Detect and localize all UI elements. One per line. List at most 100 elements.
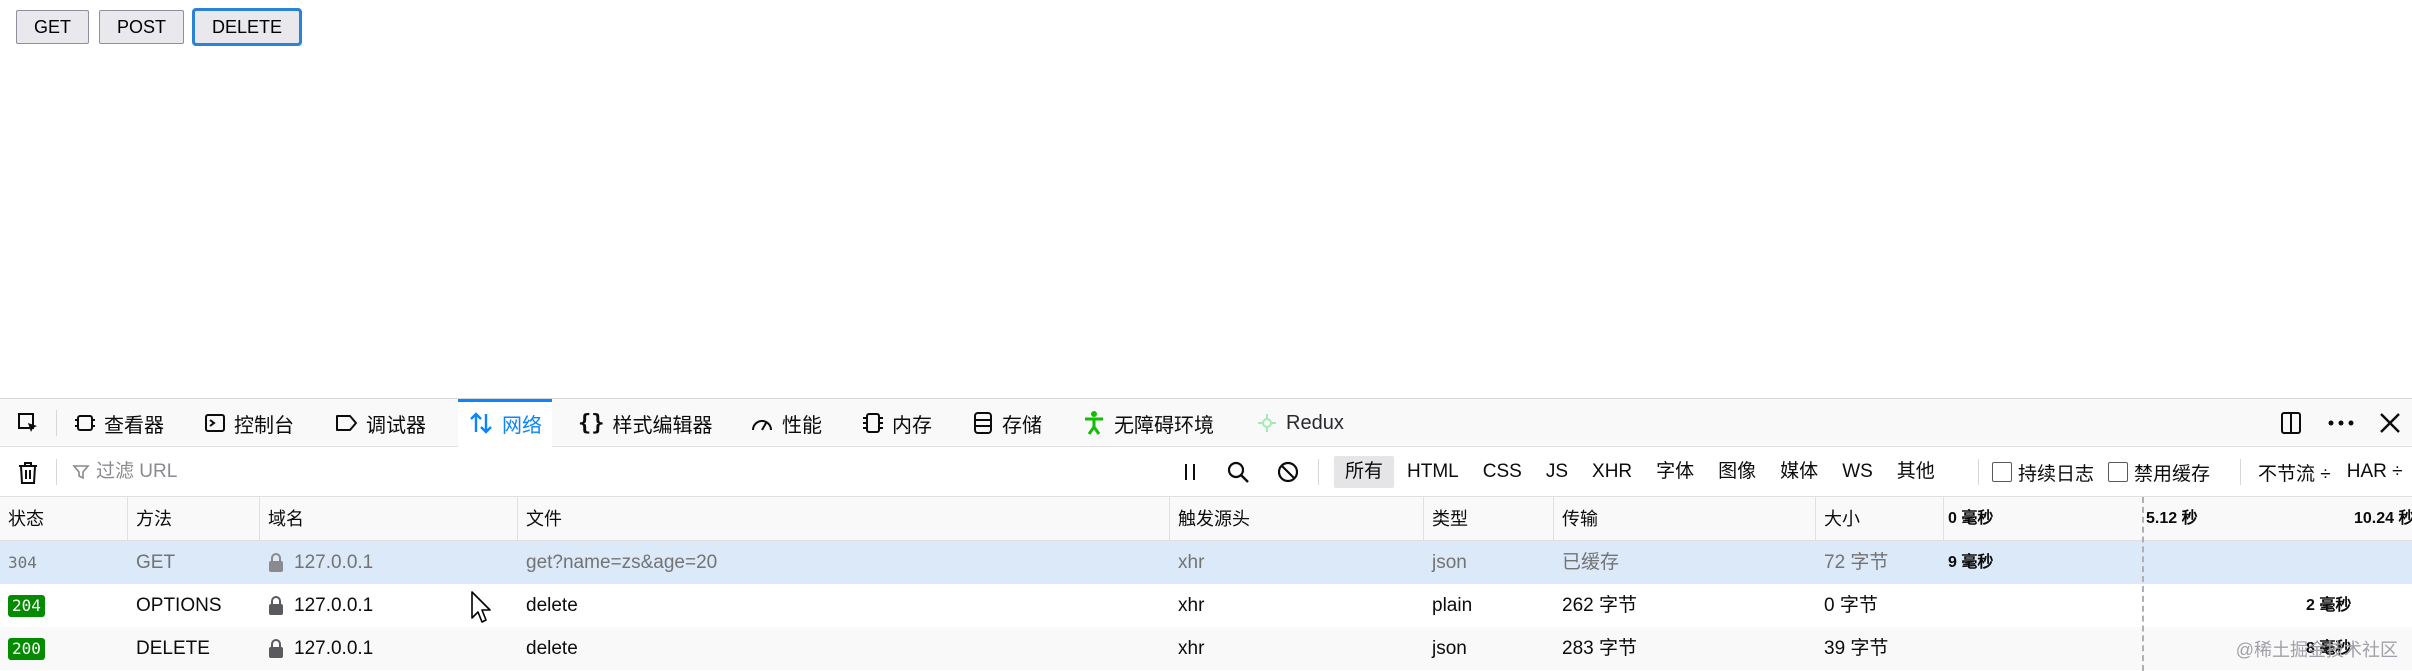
- close-icon[interactable]: [2378, 411, 2402, 435]
- debugger-icon: [334, 412, 358, 434]
- search-icon[interactable]: [1226, 460, 1250, 484]
- checkbox-box[interactable]: [2108, 462, 2128, 482]
- dock-toggle-icon[interactable]: [2278, 410, 2304, 436]
- tab-label: 内存: [892, 409, 932, 438]
- column-method[interactable]: 方法: [128, 497, 260, 541]
- watermark: @稀土掘金技术社区: [2236, 636, 2398, 662]
- type-filter-fonts[interactable]: 字体: [1645, 456, 1705, 488]
- web-page: GET POST DELETE: [0, 0, 2412, 396]
- cause-cell: xhr: [1170, 584, 1424, 627]
- tab-label: 网络: [502, 409, 542, 438]
- status-code: 204: [8, 595, 45, 617]
- element-picker-icon: [16, 411, 40, 435]
- status-cell: 204: [0, 584, 128, 627]
- type-cell: json: [1424, 627, 1554, 670]
- tab-accessibility[interactable]: 无障碍环境: [1076, 399, 1220, 447]
- block-icon[interactable]: [1276, 460, 1300, 484]
- get-button[interactable]: GET: [16, 10, 89, 44]
- waterfall-tick: 5.12 秒: [2146, 497, 2198, 541]
- toolbox-tabbar: 查看器 控制台 调试器 网络 {} 样式编辑器 性能 内存 存储: [0, 399, 2412, 447]
- tab-separator: [56, 410, 57, 436]
- waterfall-timing: 9 毫秒: [1948, 541, 1993, 584]
- lock-icon: [268, 596, 284, 616]
- type-filter-js[interactable]: JS: [1535, 456, 1579, 488]
- tab-label: 无障碍环境: [1114, 409, 1214, 438]
- transferred-cell: 283 字节: [1554, 627, 1816, 670]
- waterfall-tick: 0 毫秒: [1948, 497, 1993, 541]
- tab-label: 存储: [1002, 409, 1042, 438]
- network-filter-bar: 所有 HTML CSS JS XHR 字体 图像 媒体 WS 其他 持续日志 禁…: [0, 447, 2412, 497]
- tab-debugger[interactable]: 调试器: [328, 399, 432, 447]
- column-transferred[interactable]: 传输: [1554, 497, 1816, 541]
- har-dropdown[interactable]: HAR ÷: [2347, 461, 2403, 483]
- type-filter-css[interactable]: CSS: [1472, 456, 1533, 488]
- status-cell: 200: [0, 627, 128, 670]
- size-cell: 0 字节: [1816, 584, 1944, 627]
- tab-storage[interactable]: 存储: [966, 399, 1048, 447]
- domain-text: 127.0.0.1: [294, 595, 373, 616]
- filter-separator: [2240, 459, 2241, 485]
- storage-icon: [972, 411, 994, 435]
- transferred-cell: 已缓存: [1554, 541, 1816, 584]
- column-size[interactable]: 大小: [1816, 497, 1944, 541]
- tab-console[interactable]: 控制台: [198, 399, 300, 447]
- delete-button[interactable]: DELETE: [194, 10, 300, 44]
- column-cause[interactable]: 触发源头: [1170, 497, 1424, 541]
- tab-label: 控制台: [234, 409, 294, 438]
- type-filter-media[interactable]: 媒体: [1769, 456, 1829, 488]
- column-waterfall[interactable]: 0 毫秒 5.12 秒 10.24 秒: [1944, 497, 2412, 541]
- domain-text: 127.0.0.1: [294, 638, 373, 659]
- filter-tools: [1180, 447, 1300, 497]
- throttling-dropdown[interactable]: 不节流 ÷: [2258, 459, 2331, 486]
- funnel-icon: [72, 463, 90, 481]
- table-row[interactable]: 304 GET 127.0.0.1 get?name=zs&age=20 xhr…: [0, 541, 2412, 584]
- persist-logs-checkbox[interactable]: 持续日志: [1992, 459, 2094, 486]
- trash-icon[interactable]: [16, 460, 40, 486]
- waterfall-timing: 2 毫秒: [2306, 584, 2351, 627]
- tab-style-editor[interactable]: {} 样式编辑器: [572, 399, 719, 447]
- url-filter-input[interactable]: [96, 461, 996, 483]
- tab-memory[interactable]: 内存: [856, 399, 938, 447]
- pause-icon[interactable]: [1180, 461, 1200, 483]
- devtools-panel: 查看器 控制台 调试器 网络 {} 样式编辑器 性能 内存 存储: [0, 398, 2412, 670]
- table-header: 状态 方法 域名 文件 触发源头 类型 传输 大小 0 毫秒 5.12 秒 10…: [0, 497, 2412, 541]
- post-button[interactable]: POST: [99, 10, 184, 44]
- transferred-cell: 262 字节: [1554, 584, 1816, 627]
- table-row[interactable]: 204 OPTIONS 127.0.0.1 delete xhr plain 2…: [0, 584, 2412, 627]
- column-file[interactable]: 文件: [518, 497, 1170, 541]
- type-filter-buttons: 所有 HTML CSS JS XHR 字体 图像 媒体 WS 其他: [1334, 447, 1946, 497]
- url-filter: [72, 457, 996, 487]
- type-filter-xhr[interactable]: XHR: [1581, 456, 1643, 488]
- tab-inspector[interactable]: 查看器: [68, 399, 170, 447]
- tab-network[interactable]: 网络: [458, 399, 552, 447]
- lock-icon: [268, 639, 284, 659]
- memory-icon: [862, 411, 884, 435]
- size-cell: 39 字节: [1816, 627, 1944, 670]
- type-filter-html[interactable]: HTML: [1396, 456, 1470, 488]
- tab-redux[interactable]: Redux: [1250, 399, 1350, 447]
- lock-icon: [268, 553, 284, 573]
- cause-cell: xhr: [1170, 627, 1424, 670]
- size-cell: 72 字节: [1816, 541, 1944, 584]
- tab-performance[interactable]: 性能: [744, 399, 828, 447]
- checkbox-box[interactable]: [1992, 462, 2012, 482]
- toolbox-right-tools: [2278, 399, 2402, 447]
- domain-text: 127.0.0.1: [294, 552, 373, 573]
- element-picker-button[interactable]: [10, 399, 46, 447]
- cause-cell: xhr: [1170, 541, 1424, 584]
- more-options-icon[interactable]: [2326, 410, 2356, 436]
- type-filter-images[interactable]: 图像: [1707, 456, 1767, 488]
- disable-cache-checkbox[interactable]: 禁用缓存: [2108, 459, 2210, 486]
- type-filter-all[interactable]: 所有: [1334, 456, 1394, 488]
- type-filter-other[interactable]: 其他: [1886, 456, 1946, 488]
- file-cell: delete: [518, 584, 1170, 627]
- status-cell: 304: [0, 541, 128, 584]
- type-filter-ws[interactable]: WS: [1831, 456, 1884, 488]
- status-code: 200: [8, 638, 45, 660]
- network-options: 持续日志 禁用缓存: [1992, 447, 2210, 497]
- table-row[interactable]: 200 DELETE 127.0.0.1 delete xhr json 283…: [0, 627, 2412, 670]
- column-type[interactable]: 类型: [1424, 497, 1554, 541]
- column-domain[interactable]: 域名: [260, 497, 518, 541]
- persist-logs-label: 持续日志: [2018, 459, 2094, 486]
- column-status[interactable]: 状态: [0, 497, 128, 541]
